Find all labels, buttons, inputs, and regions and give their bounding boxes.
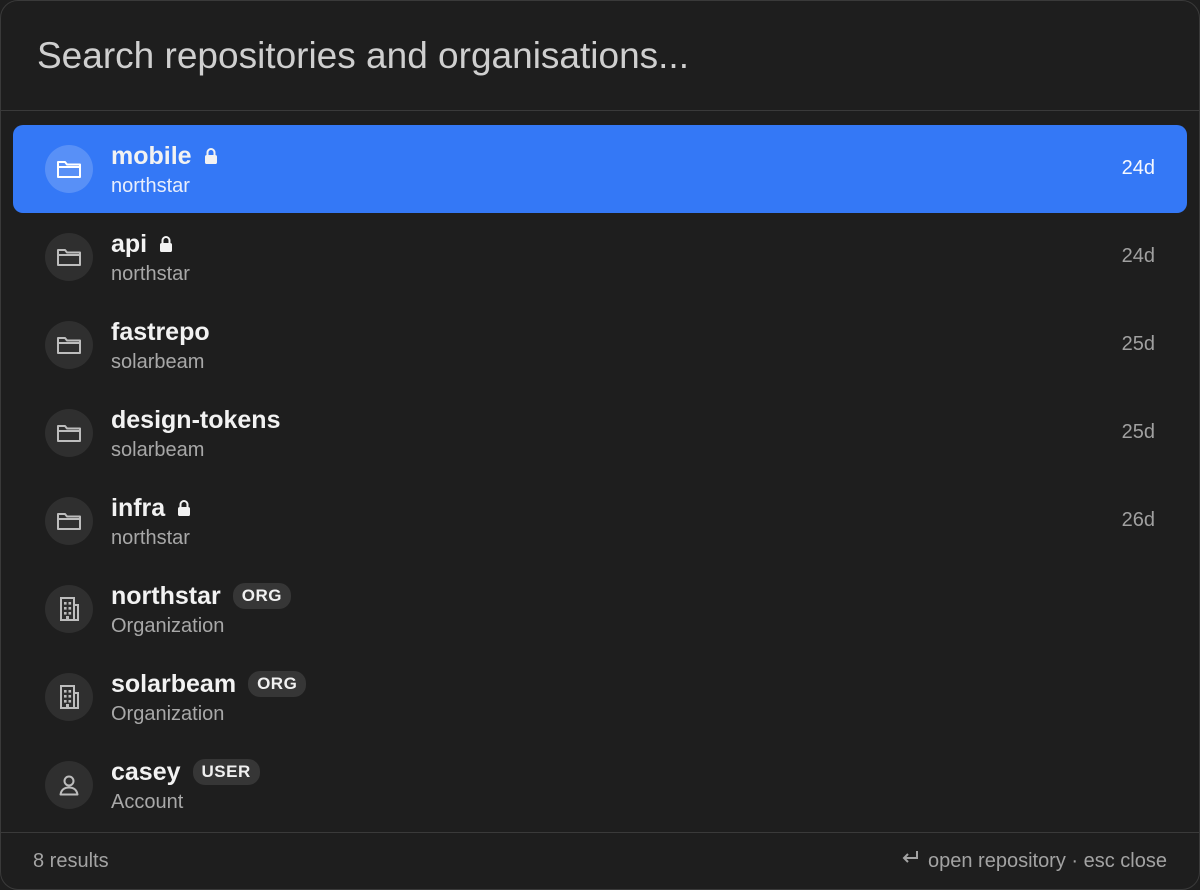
keyboard-hints: open repository · esc close: [900, 849, 1167, 873]
result-title: infra: [111, 493, 166, 522]
search-bar: [1, 1, 1199, 111]
result-title-line: northstar ORG: [111, 580, 291, 612]
result-title-line: design-tokens: [111, 404, 280, 436]
result-age: 25d: [1121, 333, 1155, 355]
building-icon: [45, 673, 93, 721]
result-title-line: casey USER: [111, 756, 260, 788]
footer: 8 results open repository · esc close: [1, 832, 1199, 889]
search-input[interactable]: [37, 34, 1163, 77]
result-title-line: api: [111, 228, 173, 260]
result-age: 24d: [1121, 157, 1155, 179]
folder-icon: [45, 497, 93, 545]
result-subtitle: Account: [111, 791, 184, 813]
lock-icon: [159, 235, 173, 253]
result-row[interactable]: infra northstar 26d: [13, 477, 1187, 565]
result-age: 26d: [1121, 509, 1155, 531]
type-badge: USER: [192, 759, 260, 785]
result-row[interactable]: mobile northstar 24d: [13, 125, 1187, 213]
result-title: api: [111, 229, 148, 258]
return-key-icon: [900, 849, 920, 873]
result-subtitle: northstar: [111, 175, 190, 197]
folder-icon: [45, 321, 93, 369]
command-palette: mobile northstar 24d api northstar 24d fastrep…: [0, 0, 1200, 890]
result-subtitle: northstar: [111, 263, 190, 285]
lock-icon: [177, 499, 191, 517]
result-age: 24d: [1121, 245, 1155, 267]
result-subtitle: Organization: [111, 703, 225, 725]
result-row[interactable]: casey USER Account: [13, 741, 1187, 829]
folder-icon: [45, 233, 93, 281]
result-title-line: infra: [111, 492, 191, 524]
lock-icon: [204, 147, 218, 165]
result-title-line: mobile: [111, 140, 218, 172]
result-row[interactable]: api northstar 24d: [13, 213, 1187, 301]
result-title: northstar: [111, 581, 221, 610]
building-icon: [45, 585, 93, 633]
result-title-line: fastrepo: [111, 316, 210, 348]
type-badge: ORG: [248, 671, 307, 697]
result-row[interactable]: solarbeam ORG Organization: [13, 653, 1187, 741]
result-count: 8 results: [33, 849, 109, 872]
person-icon: [45, 761, 93, 809]
results-list: mobile northstar 24d api northstar 24d fastrep…: [13, 125, 1187, 829]
result-subtitle: Organization: [111, 615, 225, 637]
result-title: solarbeam: [111, 669, 237, 698]
result-row[interactable]: design-tokens solarbeam 25d: [13, 389, 1187, 477]
result-title: casey: [111, 757, 181, 786]
result-subtitle: solarbeam: [111, 439, 205, 461]
result-title: design-tokens: [111, 405, 281, 434]
keyboard-hint-text: open repository · esc close: [927, 849, 1167, 872]
result-title-line: solarbeam ORG: [111, 668, 307, 700]
folder-icon: [45, 145, 93, 193]
result-row[interactable]: northstar ORG Organization: [13, 565, 1187, 653]
result-title: mobile: [111, 141, 192, 170]
type-badge: ORG: [232, 583, 291, 609]
result-subtitle: northstar: [111, 527, 190, 549]
folder-icon: [45, 409, 93, 457]
result-title: fastrepo: [111, 317, 210, 346]
result-subtitle: solarbeam: [111, 351, 205, 373]
result-row[interactable]: fastrepo solarbeam 25d: [13, 301, 1187, 389]
result-age: 25d: [1121, 421, 1155, 443]
